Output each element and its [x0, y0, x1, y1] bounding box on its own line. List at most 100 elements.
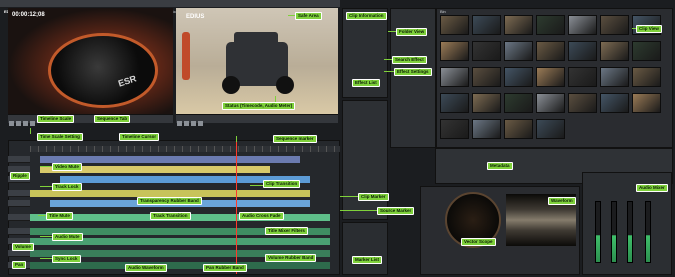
rider-figure [182, 32, 190, 80]
timeline-cursor-line[interactable] [236, 142, 237, 274]
effect-list-callout: Effect List [352, 79, 380, 87]
clip-thumbnail[interactable] [600, 67, 629, 87]
clip-thumbnail[interactable] [504, 41, 533, 61]
track-lock-connector [40, 186, 52, 187]
clip-thumbnail[interactable] [504, 67, 533, 87]
clip-thumbnail[interactable] [504, 93, 533, 113]
clip-thumbnail[interactable] [440, 93, 469, 113]
clip-thumbnail[interactable] [568, 15, 597, 35]
recorder-monitor[interactable]: EDIUS [176, 8, 338, 114]
timeline-cursor-callout: Timeline Cursor [119, 133, 160, 141]
fader-master[interactable] [645, 201, 651, 263]
fader-2[interactable] [611, 201, 617, 263]
clip-thumbnail[interactable] [632, 41, 661, 61]
helmet-image [48, 33, 158, 108]
rewind-icon[interactable] [177, 121, 182, 126]
clip-thumbnail[interactable] [536, 41, 565, 61]
effect-settings-connector [384, 71, 394, 72]
clip-thumbnail[interactable] [568, 93, 597, 113]
ripple-callout: Ripple [10, 172, 30, 180]
audio-mute-connector [40, 236, 52, 237]
sequence-marker-callout: Sequence marker [273, 135, 317, 143]
rewind-icon[interactable] [9, 121, 14, 126]
track-header[interactable] [8, 200, 30, 207]
track-header[interactable] [8, 156, 30, 163]
volume-rubber-band-callout: Volume Rubber Band [265, 254, 317, 262]
forward-icon[interactable] [198, 121, 203, 126]
track-header[interactable] [8, 228, 30, 235]
track-header[interactable] [8, 214, 30, 221]
clip-thumbnail[interactable] [632, 93, 661, 113]
clip-thumbnail[interactable] [440, 41, 469, 61]
clip-thumbnail[interactable] [440, 67, 469, 87]
track-transition-callout: Track Transition [150, 212, 191, 220]
forward-icon[interactable] [30, 121, 35, 126]
sync-lock-callout: Sync Lock [52, 255, 81, 263]
clip-thumbnail[interactable] [472, 67, 501, 87]
clip-thumbnail[interactable] [536, 15, 565, 35]
timeline-ruler[interactable] [30, 146, 340, 152]
clip-transition-callout: Clip Transition [263, 180, 301, 188]
audio-waveform-callout: Audio Waveform [125, 264, 167, 272]
recorder-logo: EDIUS [186, 14, 205, 20]
audio-mute-callout: Audio Mute [52, 233, 83, 241]
source-marker-callout: Source Marker [377, 207, 415, 215]
clip-marker-callout: Clip Marker [358, 193, 389, 201]
waveform-callout: Waveform [548, 197, 576, 205]
play-icon[interactable] [184, 121, 189, 126]
clip-thumbnail[interactable] [536, 67, 565, 87]
clip-thumbnail[interactable] [600, 41, 629, 61]
clip-thumbnail-grid [440, 15, 668, 145]
clip-thumbnail[interactable] [440, 119, 469, 139]
track-clip[interactable] [30, 190, 310, 197]
clip-thumbnail[interactable] [472, 119, 501, 139]
video-mute-connector [40, 166, 52, 167]
marker-list-panel [342, 222, 388, 275]
clip-thumbnail[interactable] [472, 15, 501, 35]
menu-bar: EDIUS File Edit View Clip Marker Mode Ca… [0, 0, 340, 14]
clip-thumbnail[interactable] [504, 15, 533, 35]
search-effect-connector [384, 59, 392, 60]
audio-cross-fade-callout: Audio Cross Fade [239, 212, 284, 220]
player-monitor[interactable]: ESR 00:00:12;08 [8, 8, 173, 114]
play-icon[interactable] [16, 121, 21, 126]
track-header[interactable] [8, 250, 30, 257]
clip-thumbnail[interactable] [568, 41, 597, 61]
transparency-rubber-band-callout: Transparency Rubber Band [137, 197, 202, 205]
clip-marker-connector [340, 196, 358, 197]
bin-title: Bin [440, 9, 446, 14]
clip-thumbnail[interactable] [536, 93, 565, 113]
clip-thumbnail[interactable] [536, 119, 565, 139]
stop-icon[interactable] [23, 121, 28, 126]
clip-thumbnail[interactable] [632, 67, 661, 87]
stop-icon[interactable] [191, 121, 196, 126]
title-mixer-filters-callout: Title Mixer Filters [265, 227, 308, 235]
clip-thumbnail[interactable] [472, 93, 501, 113]
clip-thumbnail[interactable] [504, 119, 533, 139]
fader-3[interactable] [627, 201, 633, 263]
clip-thumbnail[interactable] [440, 15, 469, 35]
fader-1[interactable] [595, 201, 601, 263]
track-lock-callout: Track Lock [52, 183, 82, 191]
clip-thumbnail[interactable] [568, 67, 597, 87]
time-scale-setting-callout: Time Scale Setting [37, 133, 83, 141]
sequence-tab-callout: Sequence Tab [94, 115, 131, 123]
source-marker-connector [340, 210, 377, 211]
clip-thumbnail[interactable] [600, 93, 629, 113]
player-timecode: 00:00:12;08 [12, 12, 45, 18]
folder-view-connector [388, 31, 396, 32]
effect-list-panel [342, 100, 388, 220]
folder-view-callout: Folder View [396, 28, 428, 36]
search-effect-callout: Search Effect [392, 56, 427, 64]
safe-area-connector [288, 15, 295, 16]
pan-rubber-band-callout: Pan Rubber Band [203, 264, 247, 272]
clip-view-callout: Clip View [636, 25, 662, 33]
clip-thumbnail[interactable] [472, 41, 501, 61]
track-clip[interactable] [30, 262, 330, 269]
video-mute-callout: Video Mute [52, 163, 82, 171]
clip-thumbnail[interactable] [600, 15, 629, 35]
track-clip[interactable] [40, 156, 300, 163]
audio-mixer-callout: Audio Mixer [636, 184, 668, 192]
track-header[interactable] [8, 190, 30, 197]
pan-callout: Pan [12, 261, 27, 269]
